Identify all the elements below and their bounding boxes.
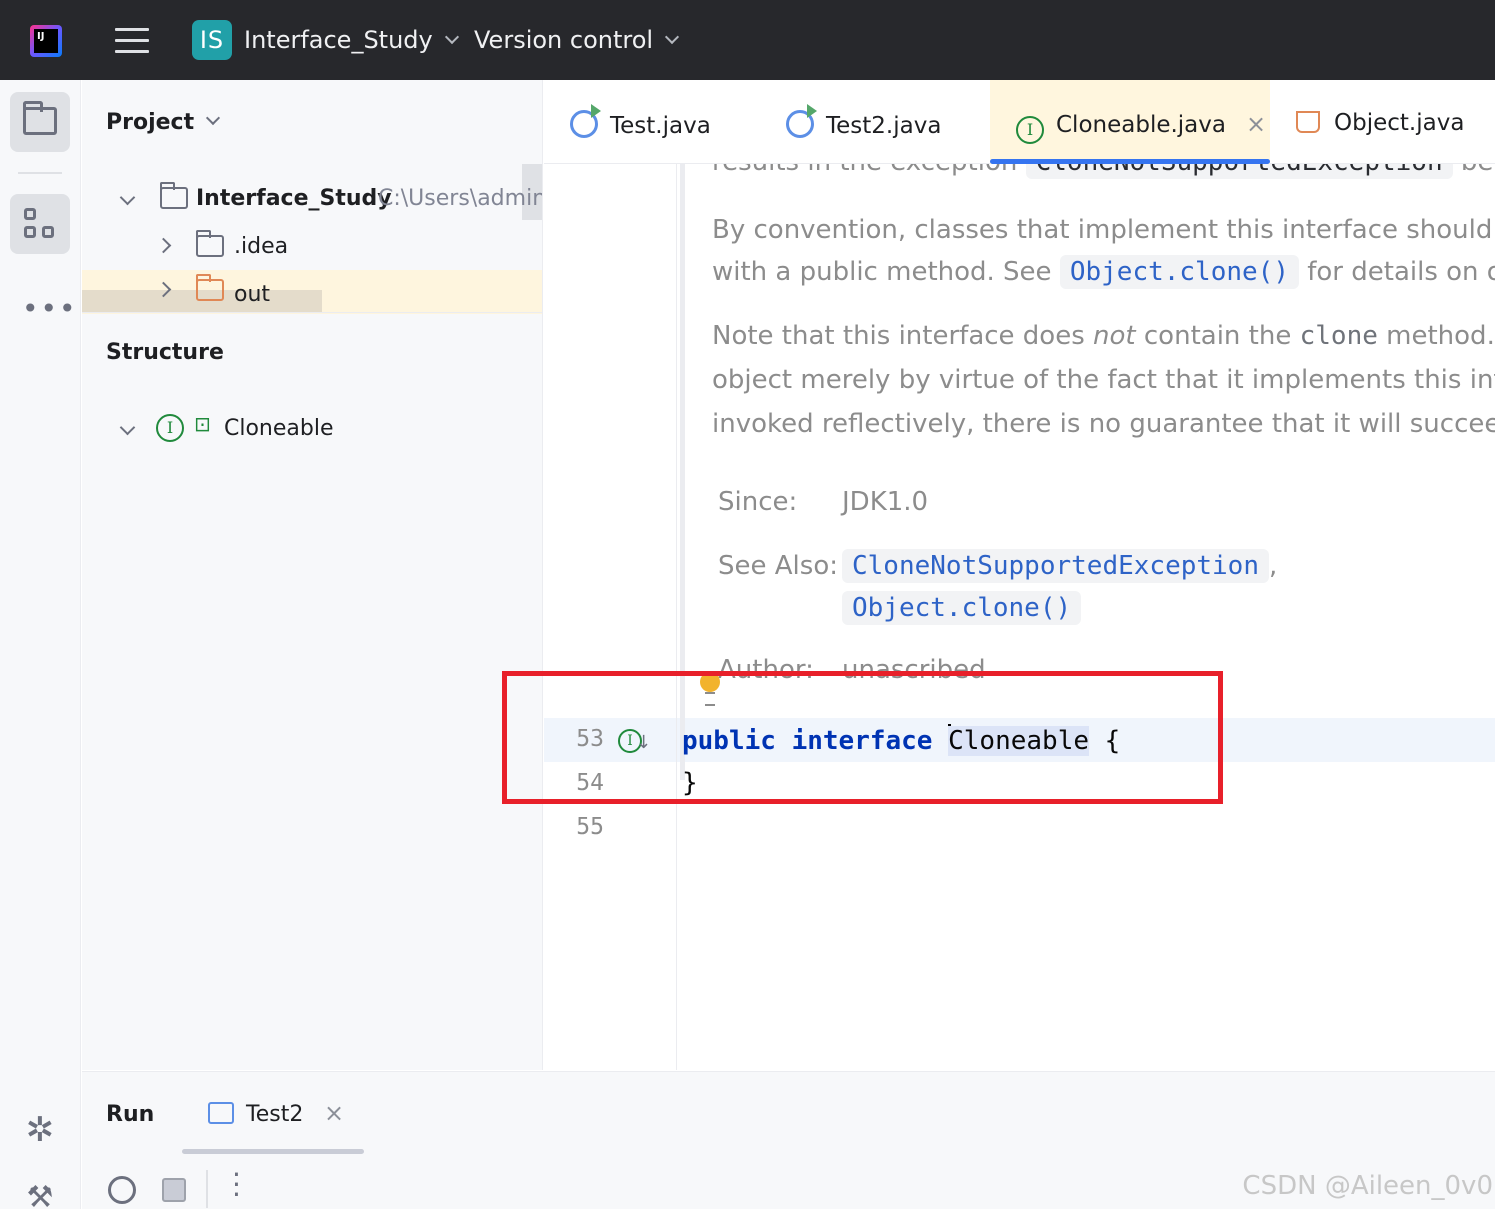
console-icon [208, 1102, 234, 1124]
structure-item-cloneable[interactable]: I ⊡ Cloneable [82, 408, 542, 452]
java-class-icon [1296, 111, 1320, 133]
stop-icon[interactable] [162, 1178, 186, 1202]
close-tab-icon[interactable]: × [324, 1099, 344, 1127]
structure-item-label: Cloneable [224, 416, 334, 441]
project-panel-header[interactable]: Project [106, 110, 221, 135]
project-panel-title: Project [106, 110, 195, 135]
tab-object-java[interactable]: Object.java [1296, 80, 1495, 164]
runnable-class-icon [570, 104, 601, 138]
tree-item-idea[interactable]: .idea [82, 226, 542, 270]
run-tab-test2[interactable]: Test2 × [182, 1072, 464, 1154]
doc-line: By convention, classes that implement th… [712, 215, 1495, 245]
runnable-class-icon [786, 104, 817, 138]
root-path: C:\Users\admin\ [378, 186, 543, 211]
doc-line: Note that this interface does not contai… [712, 321, 1495, 351]
structure-tool-button[interactable] [10, 194, 70, 254]
since-label: Since: [718, 487, 798, 517]
expand-arrow-icon[interactable] [119, 189, 136, 206]
rerun-icon[interactable] [108, 1176, 136, 1204]
tree-root-row[interactable]: Interface_Study C:\Users\admin\ [82, 178, 543, 222]
doc-line: object merely by virtue of the fact that… [712, 365, 1495, 395]
doc-line: invoked reflectively, there is no guaran… [712, 409, 1495, 439]
folder-icon [196, 230, 224, 257]
tab-label: Test.java [610, 113, 711, 139]
chevron-down-icon [665, 29, 680, 45]
tab-label: Test2.java [826, 113, 942, 139]
tab-label: Cloneable.java [1056, 112, 1226, 138]
vcs-menu[interactable]: Version control [474, 26, 680, 54]
interface-icon: I [156, 414, 184, 442]
doc-line: with a public method. See Object.clone()… [712, 255, 1495, 289]
doc-link[interactable]: Object.clone() [1059, 255, 1299, 289]
annotation-box [502, 671, 1223, 804]
run-panel: Run Test2 × · · · CSDN @Aileen_0v0 [82, 1071, 1495, 1209]
more-tools-icon[interactable]: ••• [22, 292, 78, 325]
tab-test2-java[interactable]: Test2.java [786, 80, 986, 164]
inline-code: clone [1299, 321, 1378, 351]
panel-divider [82, 312, 542, 313]
doc-link[interactable]: CloneNotSupportedException [842, 549, 1269, 583]
close-tab-icon[interactable]: × [1246, 110, 1266, 138]
doc-link[interactable]: Object.clone() [842, 591, 1082, 625]
more-options-icon[interactable]: · · · [232, 1161, 241, 1209]
separator: , [1269, 551, 1278, 581]
collapse-arrow-icon[interactable] [155, 237, 172, 254]
structure-icon [24, 208, 56, 240]
tab-test-java[interactable]: Test.java [570, 80, 770, 164]
project-badge[interactable]: IS [192, 20, 232, 60]
see-also-label: See Also: [718, 551, 838, 581]
since-value: JDK1.0 [842, 487, 929, 517]
build-icon[interactable]: ⚒ [20, 1180, 60, 1215]
strip-divider [18, 172, 62, 174]
interface-icon: I [1016, 116, 1044, 144]
tool-window-strip: ••• ✲ ⚒ [0, 80, 81, 1215]
title-bar: IJ IS Interface_Study Version control [0, 0, 1495, 80]
tab-label: Object.java [1334, 110, 1465, 136]
folder-icon [23, 101, 57, 135]
tree-item-label: .idea [234, 234, 289, 259]
expand-arrow-icon[interactable] [119, 419, 136, 436]
gutter-separator [676, 164, 677, 1070]
run-tab-label: Test2 [246, 1102, 304, 1127]
tree-item-label: out [234, 282, 271, 307]
toolbar-separator [206, 1170, 208, 1208]
project-panel: Project Interface_Study C:\Users\admin\ … [82, 80, 543, 1070]
logo-text: IJ [34, 29, 58, 53]
excluded-folder-icon [196, 274, 224, 301]
vcs-label: Version control [474, 26, 654, 54]
public-lock-icon: ⊡ [194, 412, 211, 436]
editor-tabs: Test.java Test2.java I Cloneable.java × Ob… [544, 80, 1495, 164]
run-panel-title: Run [106, 1102, 155, 1127]
chevron-down-icon [206, 110, 221, 126]
watermark: CSDN @Aileen_0v0 [1242, 1171, 1493, 1201]
project-name: Interface_Study [244, 26, 433, 54]
line-number: 55 [576, 814, 604, 840]
project-tool-button[interactable] [10, 92, 70, 152]
tree-item-out[interactable]: out [82, 270, 542, 314]
tab-cloneable-java[interactable]: I Cloneable.java × [990, 80, 1270, 164]
main-menu-button[interactable] [115, 28, 149, 54]
module-folder-icon [160, 182, 188, 209]
project-switcher[interactable]: Interface_Study [244, 26, 459, 54]
intellij-logo-icon: IJ [30, 25, 62, 57]
debug-icon[interactable]: ✲ [20, 1110, 60, 1150]
root-name: Interface_Study [196, 186, 392, 211]
chevron-down-icon [444, 29, 459, 45]
editor: results in the exception CloneNotSupport… [544, 80, 1495, 1070]
structure-panel-title: Structure [106, 340, 224, 365]
